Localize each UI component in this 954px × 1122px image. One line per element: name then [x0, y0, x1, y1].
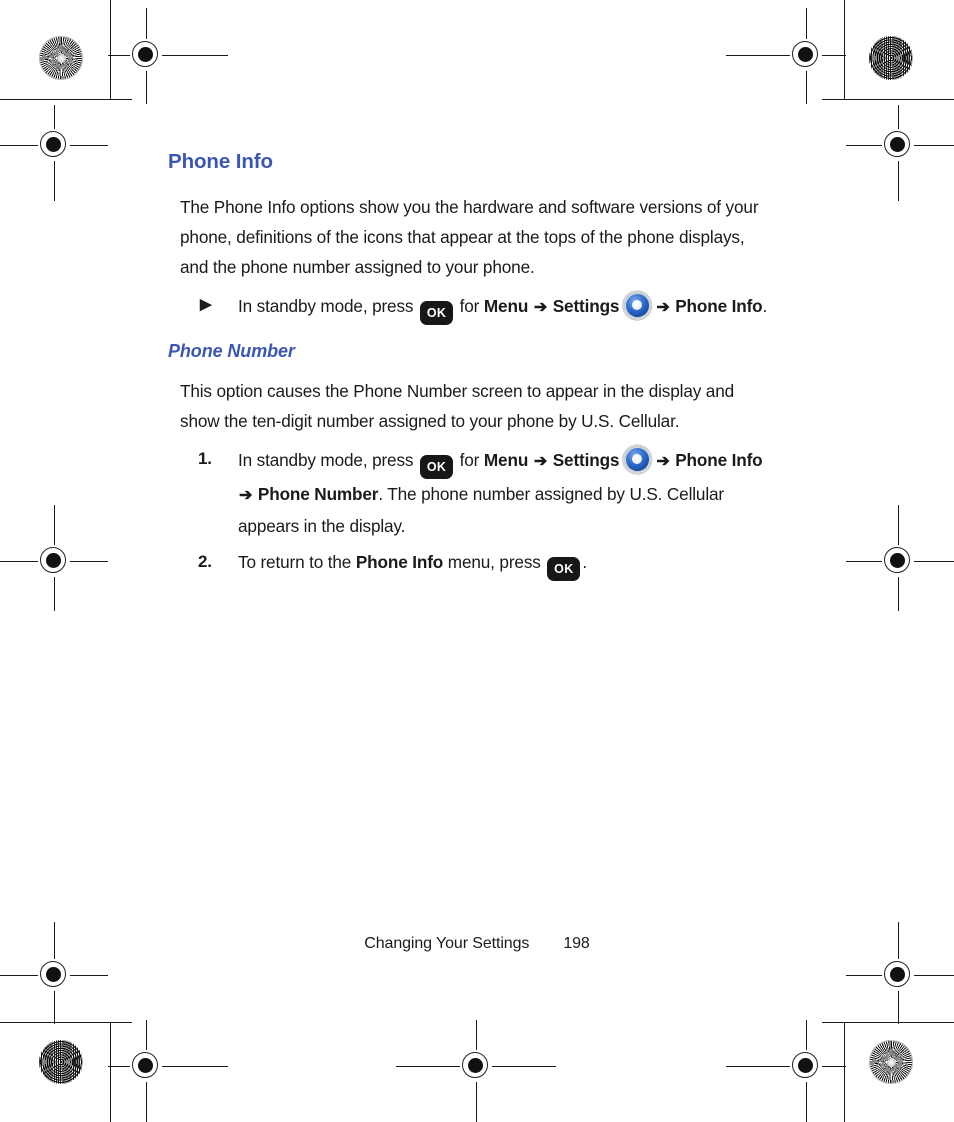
reg-crossline [806, 1020, 807, 1122]
sub-paragraph: This option causes the Phone Number scre… [180, 381, 735, 431]
ok-key-icon: OK [420, 455, 453, 479]
numbered-step-list: 1. In standby mode, press OK for Menu ➔ S… [168, 444, 768, 581]
registration-target-icon [784, 33, 828, 77]
reg-crossline [54, 505, 55, 611]
moire-target-icon [869, 36, 913, 80]
bullet-step-list: ▶ In standby mode, press OK for Menu ➔ Se… [168, 290, 768, 325]
step-period: . [762, 296, 768, 316]
reg-crossline [806, 8, 807, 104]
menu-label-settings: Settings [552, 296, 620, 316]
arrow-right-icon: ➔ [656, 299, 670, 316]
menu-label-phone-number: Phone Number [257, 484, 379, 504]
registration-target-icon [876, 539, 920, 583]
menu-label-menu: Menu [483, 296, 529, 316]
registration-target-icon [124, 33, 168, 77]
menu-label-settings: Settings [552, 450, 620, 470]
menu-label-phone-info: Phone Info [355, 552, 444, 572]
menu-label-phone-info: Phone Info [675, 450, 763, 470]
registration-target-icon [876, 123, 920, 167]
reg-crossline [0, 975, 108, 976]
step-text-before-key: In standby mode, press [238, 296, 414, 316]
settings-gear-icon [622, 444, 652, 474]
registration-target-icon [454, 1044, 498, 1088]
registration-target-icon [32, 953, 76, 997]
crop-rule [844, 0, 845, 100]
crop-rule [0, 99, 132, 100]
reg-crossline [54, 105, 55, 201]
reg-crossline [0, 561, 108, 562]
reg-crossline [146, 1020, 147, 1122]
registration-target-icon [32, 123, 76, 167]
crop-rule [110, 1022, 111, 1122]
reg-crossline [476, 1020, 477, 1122]
menu-label-phone-info: Phone Info [675, 296, 763, 316]
star-target-icon [869, 1040, 913, 1084]
registration-target-icon [876, 953, 920, 997]
reg-crossline [108, 55, 228, 56]
reg-crossline [396, 1066, 556, 1067]
reg-crossline [726, 1066, 846, 1067]
reg-crossline [898, 505, 899, 611]
arrow-right-icon: ➔ [239, 487, 253, 504]
list-item: ▶ In standby mode, press OK for Menu ➔ Se… [168, 290, 768, 325]
step-text-before: To return to the [238, 552, 352, 572]
registration-target-icon [32, 539, 76, 583]
list-item: 1. In standby mode, press OK for Menu ➔ S… [168, 444, 768, 541]
reg-crossline [726, 55, 846, 56]
footer-page-number: 198 [563, 935, 590, 952]
reg-crossline [846, 975, 954, 976]
triangle-bullet-icon: ▶ [200, 296, 212, 313]
step-text-before-key: In standby mode, press [238, 450, 414, 470]
ok-key-icon: OK [547, 557, 581, 581]
reg-crossline [146, 8, 147, 104]
reg-crossline [0, 145, 108, 146]
intro-paragraph: The Phone Info options show you the hard… [180, 197, 759, 277]
crop-rule [110, 0, 111, 100]
step-number: 1. [198, 449, 212, 468]
page-content: Phone Info The Phone Info options show y… [168, 150, 768, 583]
reg-crossline [846, 561, 954, 562]
step-text-middle: menu, press [447, 552, 541, 572]
moire-target-icon [39, 1040, 83, 1084]
crop-rule [822, 99, 954, 100]
document-page: Phone Info The Phone Info options show y… [0, 0, 954, 1122]
page-title: Phone Info [168, 150, 273, 173]
reg-crossline [108, 1066, 228, 1067]
step-text-after: . [582, 552, 587, 572]
star-target-icon [39, 36, 83, 80]
crop-rule [844, 1022, 845, 1122]
step-text-for: for [459, 296, 480, 316]
arrow-right-icon: ➔ [533, 453, 548, 470]
list-item: 2. To return to the Phone Info menu, pres… [168, 547, 768, 581]
reg-crossline [846, 145, 954, 146]
footer-section-label: Changing Your Settings [364, 935, 530, 952]
crop-rule [0, 1022, 132, 1023]
arrow-right-icon: ➔ [656, 453, 670, 470]
step-number: 2. [198, 552, 212, 571]
reg-crossline [898, 105, 899, 201]
registration-target-icon [784, 1044, 828, 1088]
arrow-right-icon: ➔ [533, 299, 548, 316]
crop-rule [822, 1022, 954, 1023]
page-footer: Changing Your Settings 198 [0, 935, 954, 953]
step-text-for: for [459, 450, 480, 470]
ok-key-icon: OK [420, 301, 453, 325]
menu-label-menu: Menu [483, 450, 529, 470]
registration-target-icon [124, 1044, 168, 1088]
sub-section-title: Phone Number [168, 341, 295, 361]
settings-gear-icon [622, 290, 652, 320]
